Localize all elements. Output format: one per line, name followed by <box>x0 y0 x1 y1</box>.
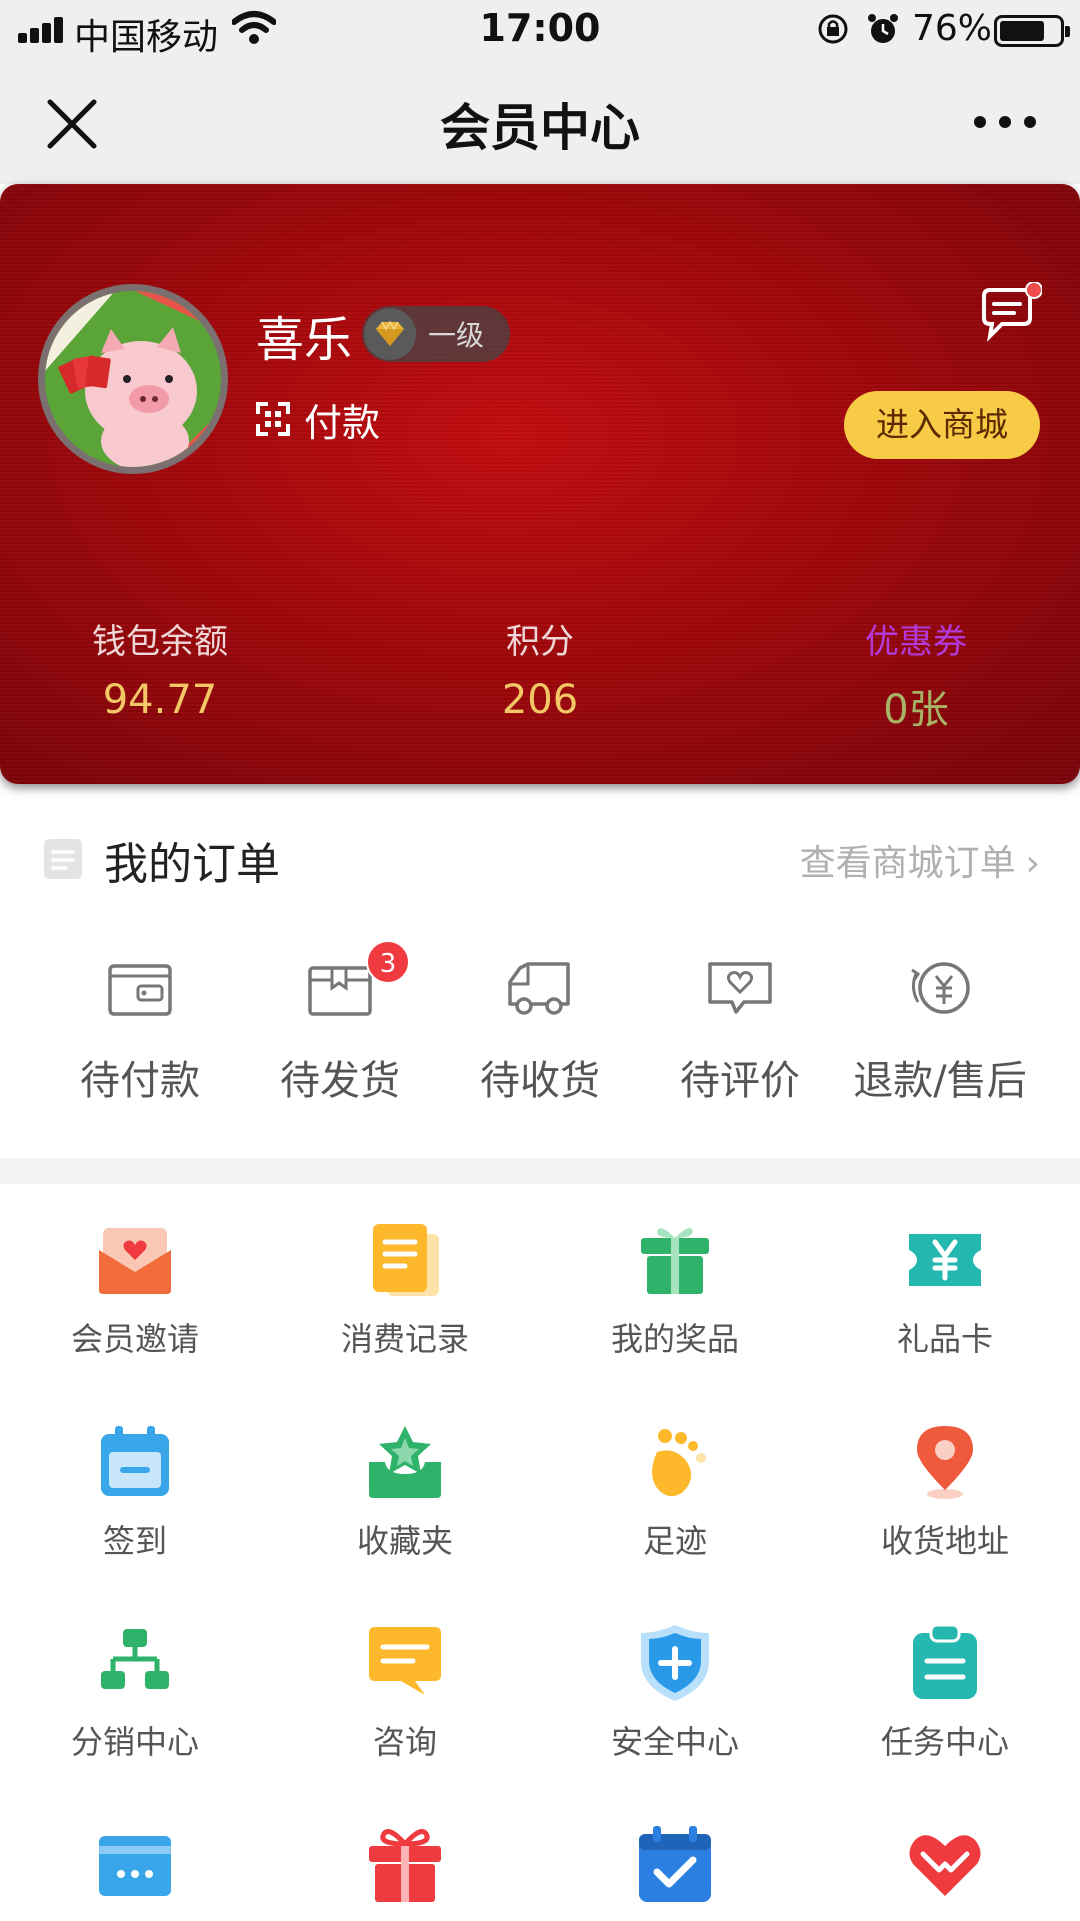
orders-title: 我的订单 <box>104 839 280 890</box>
favorites-icon <box>369 1426 441 1498</box>
shield-icon <box>641 1625 709 1701</box>
wallet-icon <box>108 964 172 1016</box>
gift-card-icon <box>909 1234 981 1286</box>
grid-item-label: 足迹 <box>642 1522 707 1560</box>
page-title: 会员中心 <box>440 99 640 157</box>
grid-item-my-prizes[interactable]: 我的奖品 <box>540 1184 810 1384</box>
coupons[interactable]: 优惠券 0张 <box>786 614 1046 735</box>
pay-link[interactable]: 付款 <box>304 392 380 447</box>
section-divider <box>0 1158 1080 1184</box>
order-label: 退款/售后 <box>853 1058 1027 1104</box>
grid-item-card[interactable] <box>0 1788 270 1921</box>
level-label: 一级 <box>428 319 485 352</box>
card-icon <box>99 1836 171 1896</box>
receipt-icon <box>373 1224 439 1296</box>
checkin-calendar-icon <box>101 1426 169 1496</box>
grid-item-calendar[interactable] <box>540 1788 810 1921</box>
member-card: 喜乐 一级 付款 进入商城 钱包余额 94.77 积分 206 优惠券 0张 <box>0 184 1080 784</box>
pending-shipment-badge: 3 <box>366 940 410 984</box>
enter-mall-button[interactable]: 进入商城 <box>844 391 1040 459</box>
order-pending-receipt[interactable]: 待收货 <box>440 940 640 1110</box>
status-bar: 中国移动 17:00 76% <box>0 0 1080 60</box>
grid-item-label: 礼品卡 <box>896 1320 993 1358</box>
diamond-icon <box>376 320 404 346</box>
grid-item-favorites[interactable]: 收藏夹 <box>270 1386 540 1586</box>
grid-item-security-center[interactable]: 安全中心 <box>540 1587 810 1787</box>
grid-item-label: 消费记录 <box>340 1320 469 1358</box>
orders-header: 我的订单 查看商城订单 › <box>0 800 1080 910</box>
truck-icon <box>508 962 570 1015</box>
grid-item-consult[interactable]: 咨询 <box>270 1587 540 1787</box>
grid-item-label: 签到 <box>102 1522 167 1560</box>
wallet-value: 94.77 <box>102 677 218 723</box>
grid-item-label: 我的奖品 <box>610 1320 739 1358</box>
gift-box-icon <box>641 1228 709 1294</box>
grid-item-label: 咨询 <box>372 1723 437 1761</box>
member-name: 喜乐 <box>256 312 353 368</box>
grid-item-shipping-address[interactable]: 收货地址 <box>810 1386 1080 1586</box>
wallet-label: 钱包余额 <box>92 622 228 662</box>
order-status-row: 待付款 3 待发货 待收货 待评价 退款/售后 <box>0 940 1080 1110</box>
grid-item-distribution-center[interactable]: 分销中心 <box>0 1587 270 1787</box>
grid-item-label: 会员邀请 <box>70 1320 199 1358</box>
location-pin-icon <box>917 1426 973 1499</box>
gift-icon <box>369 1829 441 1902</box>
function-grid: 会员邀请 消费记录 我的奖品 礼品卡 签到 收藏夹 足迹 收货地址 分销中心 咨… <box>0 1184 1080 1921</box>
wallet-balance[interactable]: 钱包余额 94.77 <box>30 614 290 723</box>
message-icon[interactable] <box>978 282 1042 346</box>
review-icon <box>708 962 772 1014</box>
view-mall-orders-link[interactable]: 查看商城订单 › <box>700 834 1040 886</box>
points[interactable]: 积分 206 <box>410 614 670 723</box>
refund-icon <box>911 962 970 1014</box>
view-mall-orders-label: 查看商城订单 <box>799 843 1016 884</box>
grid-item-task-center[interactable]: 任务中心 <box>810 1587 1080 1787</box>
chevron-right-icon: › <box>1025 843 1040 884</box>
distribution-icon <box>101 1629 169 1689</box>
nav-bar: 会员中心 <box>0 60 1080 184</box>
level-badge: 一级 <box>362 306 510 362</box>
calendar-check-icon <box>639 1826 711 1902</box>
document-icon <box>44 839 82 879</box>
grid-item-label: 收藏夹 <box>356 1522 453 1560</box>
grid-item-heart[interactable] <box>810 1788 1080 1921</box>
order-refund-aftersale[interactable]: 退款/售后 <box>840 940 1040 1110</box>
qr-code-icon[interactable] <box>256 402 290 436</box>
grid-item-gift-card[interactable]: 礼品卡 <box>810 1184 1080 1384</box>
avatar[interactable] <box>38 284 228 474</box>
battery-percent: 76% <box>912 8 993 49</box>
heart-icon <box>909 1835 981 1896</box>
order-pending-payment[interactable]: 待付款 <box>40 940 240 1110</box>
pig-avatar-image <box>45 291 221 467</box>
footprint-icon <box>652 1429 706 1497</box>
chat-icon <box>369 1627 441 1695</box>
grid-item-spend-record[interactable]: 消费记录 <box>270 1184 540 1384</box>
rotation-lock-icon <box>818 14 848 44</box>
grid-item-label: 安全中心 <box>610 1723 739 1761</box>
battery-icon <box>994 15 1070 47</box>
order-pending-shipment[interactable]: 3 待发货 <box>240 940 440 1110</box>
points-label: 积分 <box>506 622 574 662</box>
invite-envelope-icon <box>99 1228 171 1294</box>
grid-item-member-invite[interactable]: 会员邀请 <box>0 1184 270 1384</box>
package-icon <box>308 966 372 1016</box>
grid-item-label: 收货地址 <box>880 1522 1009 1560</box>
grid-item-gift[interactable] <box>270 1788 540 1921</box>
grid-item-label: 任务中心 <box>880 1723 1009 1761</box>
order-pending-review[interactable]: 待评价 <box>640 940 840 1110</box>
coupon-value: 0张 <box>883 687 949 733</box>
clipboard-icon <box>913 1623 977 1699</box>
grid-item-label: 分销中心 <box>70 1723 199 1761</box>
more-icon[interactable] <box>972 112 1038 132</box>
points-value: 206 <box>501 677 579 723</box>
grid-item-checkin[interactable]: 签到 <box>0 1386 270 1586</box>
grid-item-footprint[interactable]: 足迹 <box>540 1386 810 1586</box>
alarm-icon <box>868 14 898 43</box>
coupon-label: 优惠券 <box>865 622 967 662</box>
